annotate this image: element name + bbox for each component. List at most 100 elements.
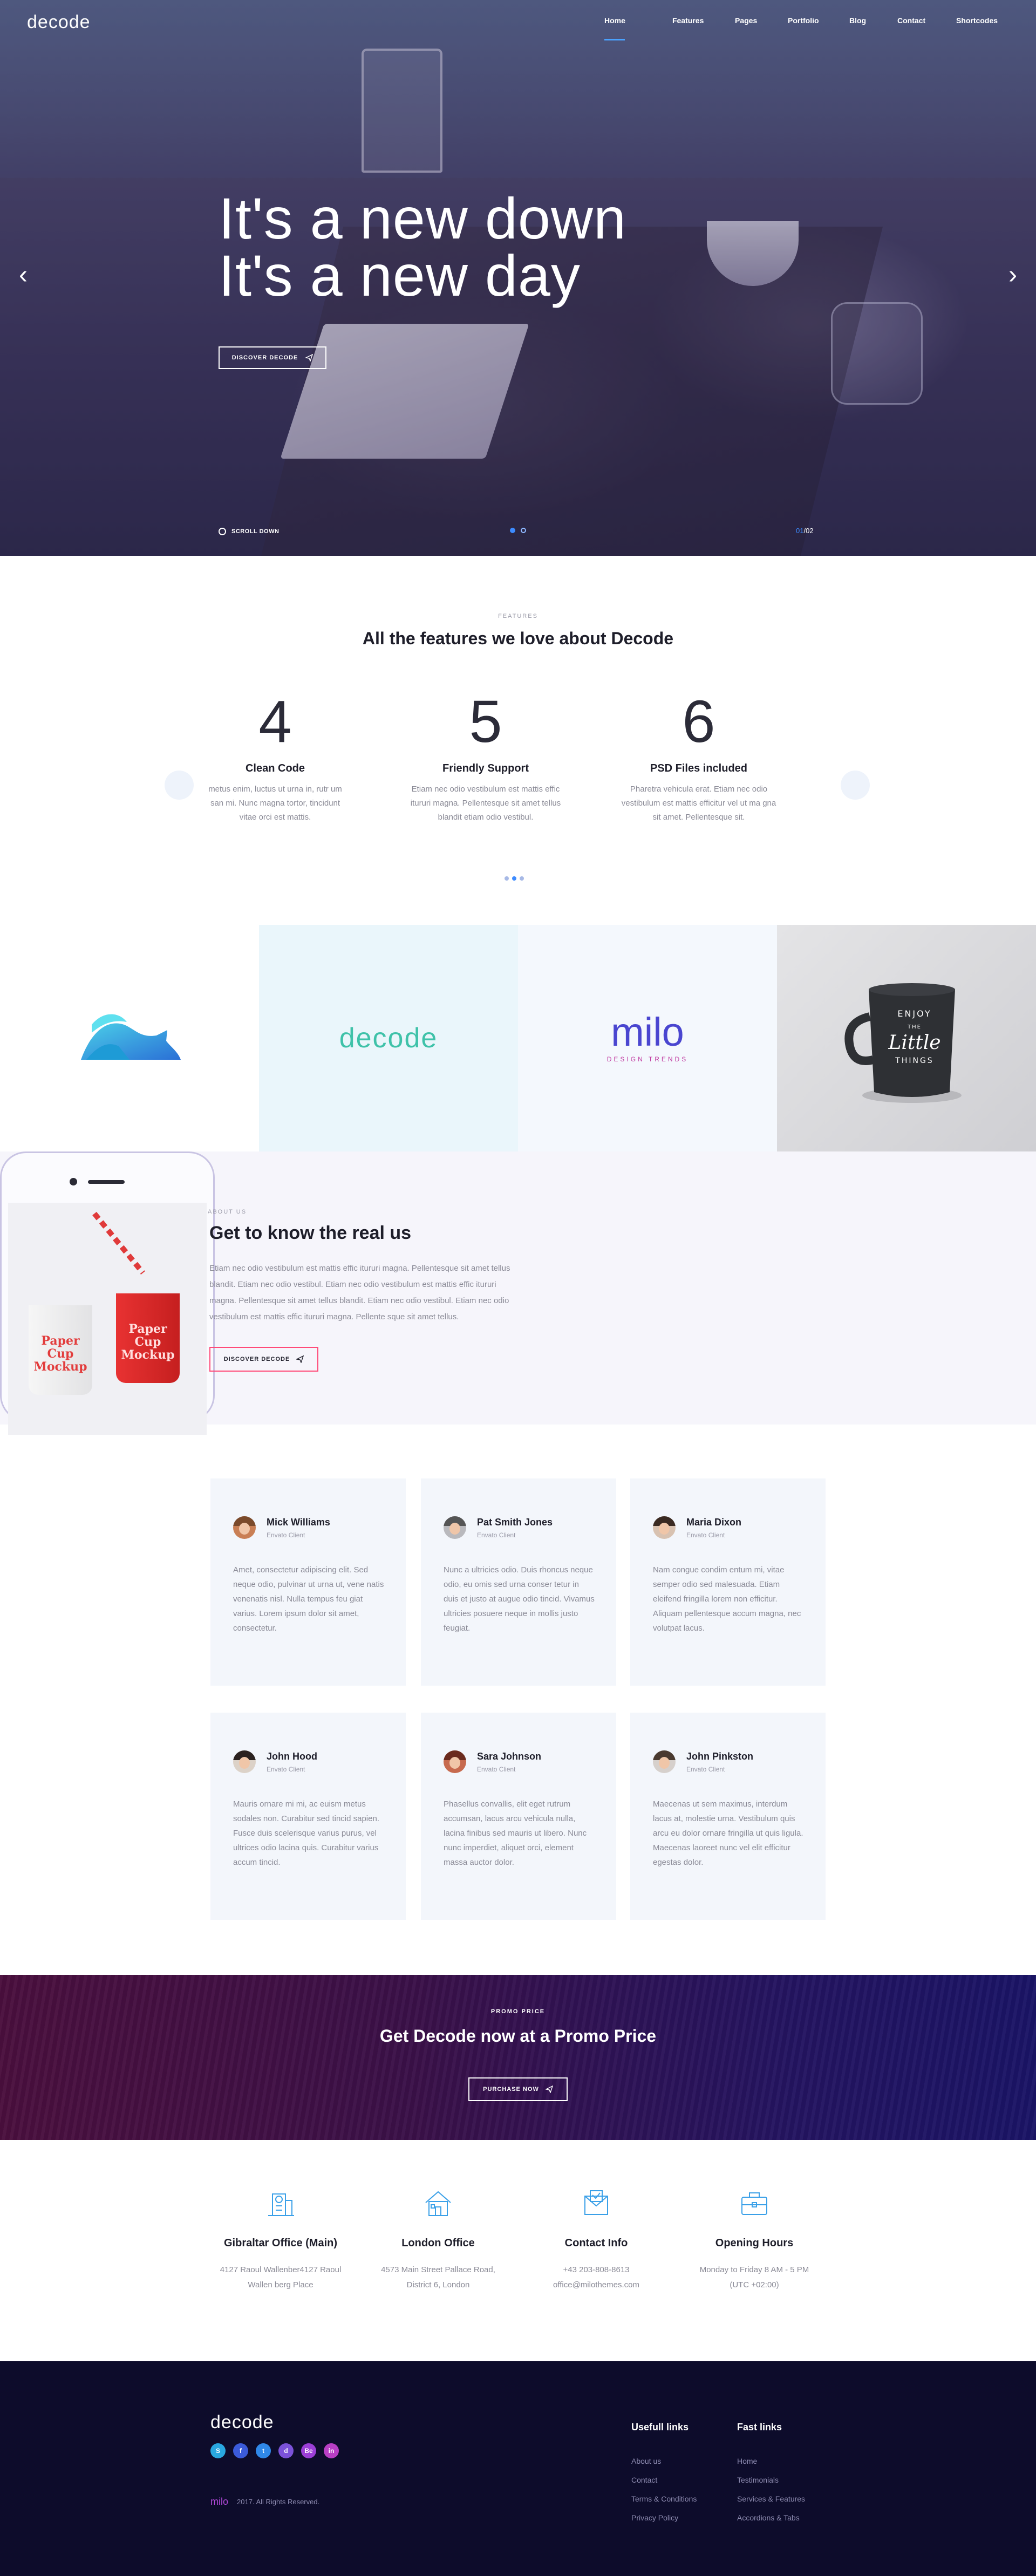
about-discover-button[interactable]: DISCOVER DECODE [209,1347,318,1372]
hero-title-line-1: It's a new down [219,186,627,251]
phone-screen: Paper Cup Mockup Paper Cup Mockup [8,1203,207,1435]
behance-icon[interactable]: Be [301,2443,316,2458]
hero-slide-current: 01 [796,527,804,535]
testimonial-card: John Pinkston Envato Client Maecenas ut s… [630,1713,826,1920]
testimonial-role: Envato Client [267,1531,305,1539]
purchase-now-button[interactable]: PURCHASE NOW [468,2077,568,2101]
footer-link-accordions[interactable]: Accordions & Tabs [737,2513,805,2522]
phone-camera [70,1178,77,1185]
avatar [653,1516,676,1539]
hero-title-line-2: It's a new day [219,243,581,308]
features-eyebrow: FEATURES [498,613,538,619]
contact-email-link[interactable]: office@milothemes.com [515,2278,677,2293]
footer-link-privacy[interactable]: Privacy Policy [631,2513,697,2522]
hero-discover-button[interactable]: DISCOVER DECODE [219,346,326,369]
contact-title: Contact Info [564,2237,628,2249]
features-dot[interactable] [505,876,509,881]
cup-label-line: Mockup [121,1348,175,1362]
skype-icon[interactable]: S [210,2443,226,2458]
promo-texture [0,1975,1036,2140]
logo-tile-milo[interactable]: milo DESIGN TRENDS [518,925,777,1151]
avatar [233,1516,256,1539]
mug-text-line: Little [888,1032,940,1054]
footer-fast-links: Fast links Home Testimonials Services & … [737,2422,805,2522]
hero-slider-dot[interactable] [521,528,526,533]
footer-logo[interactable]: decode [210,2412,274,2433]
contact-title: Gibraltar Office (Main) [223,2237,338,2249]
features-heading: All the features we love about Decode [362,629,674,648]
twitter-icon[interactable]: t [256,2443,271,2458]
contact-line: 4127 Raoul Wallenber4127 Raoul [220,2265,342,2274]
avatar [444,1516,466,1539]
feature-text: Etiam nec odio vestibulum est mattis eff… [410,785,561,822]
testimonial-text: Mauris ornare mi mi, ac euism metus soda… [233,1800,379,1867]
testimonial-card: Pat Smith Jones Envato Client Nunc a ultr… [421,1478,616,1686]
site-logo[interactable]: decode [27,12,91,33]
decode-logo: decode [339,1023,438,1054]
logo-tile-decode[interactable]: decode [259,925,518,1151]
nav-item-features[interactable]: Features [672,16,704,25]
contact-text: 4573 Main Street Pallace Road, District 6… [357,2262,519,2293]
feature-text: metus enim, luctus ut urna in, rutr um s… [208,785,342,822]
footer-link-home[interactable]: Home [737,2457,805,2465]
hero-next-arrow-icon[interactable]: › [1005,259,1021,291]
phone-speaker [88,1180,125,1184]
milo-logo-word: milo [611,1010,684,1054]
contact-info-item: London Office 4573 Main Street Pallace R… [357,2187,519,2293]
about-text: Etiam nec odio vestibulum est mattis eff… [209,1264,510,1321]
hero-slider-dot[interactable] [510,528,515,533]
features-pagination [505,876,524,881]
footer-link-contact[interactable]: Contact [631,2476,697,2484]
features-dot[interactable] [512,876,516,881]
nav-item-home[interactable]: Home [604,16,625,25]
about-eyebrow: ABOUT US [208,1209,247,1215]
feature-title: PSD Files included [650,762,748,774]
testimonial-name: Mick Williams [267,1516,330,1528]
paper-cup-white: Paper Cup Mockup [29,1305,92,1395]
purchase-now-label: PURCHASE NOW [483,2086,539,2093]
nav-item-shortcodes[interactable]: Shortcodes [956,16,998,25]
cup-label-line: Paper [128,1322,167,1336]
features-next-arrow-icon[interactable] [841,771,870,800]
testimonial-name: Pat Smith Jones [477,1516,553,1528]
hero-prev-arrow-icon[interactable]: ‹ [15,259,31,291]
paper-plane-icon [545,2086,553,2093]
testimonial-text: Nunc a ultricies odio. Duis rhoncus nequ… [444,1565,595,1633]
house-icon [425,2191,451,2216]
footer-link-terms[interactable]: Terms & Conditions [631,2495,697,2503]
contact-title: Opening Hours [715,2237,794,2249]
mug-text-line: THINGS [895,1057,933,1065]
avatar [653,1750,676,1773]
contact-text: +43 203-808-8613 office@milothemes.com [515,2262,677,2293]
contact-line: Wallen berg Place [248,2280,313,2289]
mug-text-line: ENJOY [897,1008,931,1019]
avatar [444,1750,466,1773]
nav-item-blog[interactable]: Blog [849,16,866,25]
logo-tile-mug[interactable]: ENJOY THE Little THINGS [777,925,1036,1151]
logo-tile-fox[interactable] [0,925,259,1151]
feature-item: 5 Friendly Support Etiam nec odio vestib… [397,691,575,824]
footer-col-title: Usefull links [631,2422,689,2432]
footer-link-about-us[interactable]: About us [631,2457,697,2465]
feature-number: 4 [258,689,292,755]
footer-link-services[interactable]: Services & Features [737,2495,805,2503]
nav-item-portfolio[interactable]: Portfolio [788,16,819,25]
about-discover-label: DISCOVER DECODE [223,1356,290,1362]
briefcase-icon [741,2192,767,2215]
nav-item-contact[interactable]: Contact [897,16,925,25]
footer-link-testimonials[interactable]: Testimonials [737,2476,805,2484]
avatar [233,1750,256,1773]
features-dot[interactable] [520,876,524,881]
scroll-down-link[interactable]: SCROLL DOWN [219,528,279,535]
facebook-icon[interactable]: f [233,2443,248,2458]
cup-label-line: Cup [47,1347,74,1361]
testimonial-card: John Hood Envato Client Mauris ornare mi … [210,1713,406,1920]
contact-line[interactable]: +43 203-808-8613 [515,2262,677,2278]
dribbble-icon[interactable]: d [278,2443,294,2458]
linkedin-icon[interactable]: in [324,2443,339,2458]
testimonial-card: Sara Johnson Envato Client Phasellus conv… [421,1713,616,1920]
testimonial-role: Envato Client [267,1765,305,1773]
testimonial-role: Envato Client [686,1765,725,1773]
nav-item-pages[interactable]: Pages [735,16,757,25]
footer-useful-links: Usefull links About us Contact Terms & C… [631,2422,697,2522]
